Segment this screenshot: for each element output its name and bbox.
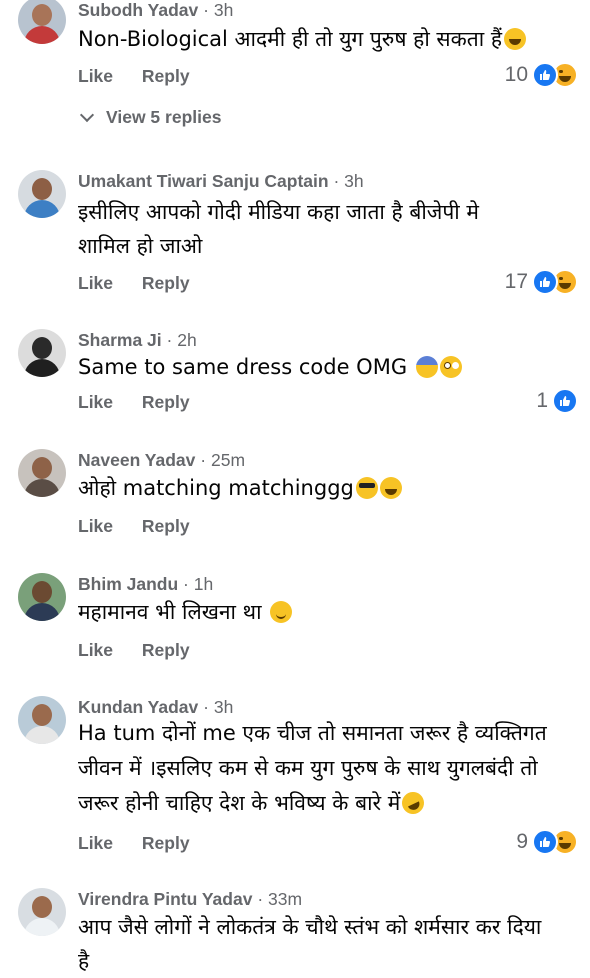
commenter-name[interactable]: Umakant Tiwari Sanju Captain <box>78 171 329 191</box>
rofl-face-icon <box>398 788 428 818</box>
like-icon <box>532 829 558 855</box>
separator: · <box>333 171 340 191</box>
commenter-name[interactable]: Naveen Yadav <box>78 450 195 470</box>
reactions-summary[interactable]: 9 <box>516 829 578 855</box>
comment-body: Same to same dress code OMG <box>78 355 408 379</box>
commenter-name[interactable]: Bhim Jandu <box>78 574 178 594</box>
like-button[interactable]: Like <box>78 66 113 86</box>
timestamp[interactable]: 3h <box>214 0 233 20</box>
reaction-count: 1 <box>536 389 548 412</box>
reaction-count: 9 <box>516 830 528 853</box>
avatar[interactable] <box>18 329 66 377</box>
commenter-name[interactable]: Subodh Yadav <box>78 0 198 20</box>
like-button[interactable]: Like <box>78 392 113 412</box>
like-icon <box>532 269 558 295</box>
timestamp[interactable]: 3h <box>214 697 233 717</box>
comment-body: महामानव भी लिखना था <box>78 600 262 624</box>
separator: · <box>200 450 207 470</box>
timestamp[interactable]: 3h <box>344 171 363 191</box>
comment-body: Non-Biological आदमी ही तो युग पुरुष हो स… <box>78 27 502 51</box>
comment-text: महामानव भी लिखना था <box>78 595 578 629</box>
like-button[interactable]: Like <box>78 516 113 536</box>
joy-face-icon <box>379 477 402 499</box>
chevron-down-icon <box>79 107 95 123</box>
timestamp[interactable]: 25m <box>211 450 245 470</box>
comment-text: आप जैसे लोगों ने लोकतंत्र के चौथे स्तंभ … <box>78 910 548 978</box>
comment-text: इसीलिए आपको गोदी मीडिया कहा जाता है बीजे… <box>78 195 528 263</box>
comment-body: इसीलिए आपको गोदी मीडिया कहा जाता है बीजे… <box>78 200 479 258</box>
reactions-summary[interactable]: 1 <box>536 388 578 414</box>
commenter-name[interactable]: Kundan Yadav <box>78 697 198 717</box>
separator: · <box>166 330 173 350</box>
like-button[interactable]: Like <box>78 273 113 293</box>
commenter-name[interactable]: Sharma Ji <box>78 330 162 350</box>
reply-button[interactable]: Reply <box>142 392 190 412</box>
comment-text: ओहो matching matchinggg <box>78 471 578 505</box>
view-replies-label: View 5 replies <box>106 107 222 127</box>
smiling-face-icon <box>270 601 293 623</box>
grin-face-icon <box>504 28 526 50</box>
flushed-face-icon <box>439 356 462 378</box>
reply-button[interactable]: Reply <box>142 66 190 86</box>
sunglasses-face-icon <box>355 477 378 499</box>
view-replies-button[interactable]: View 5 replies <box>78 107 221 128</box>
avatar[interactable] <box>18 573 66 621</box>
reply-button[interactable]: Reply <box>142 516 190 536</box>
timestamp[interactable]: 1h <box>194 574 213 594</box>
separator: · <box>203 697 209 717</box>
comment-body: Ha tum दोनों me एक चीज तो समानता जरूर है… <box>78 721 547 815</box>
timestamp[interactable]: 2h <box>177 330 196 350</box>
like-button[interactable]: Like <box>78 833 113 853</box>
reaction-count: 17 <box>504 270 528 293</box>
avatar[interactable] <box>18 170 66 218</box>
separator: · <box>257 889 264 909</box>
fearful-face-icon <box>415 356 438 378</box>
like-icon <box>552 388 578 414</box>
separator: · <box>203 0 209 20</box>
separator: · <box>183 574 189 594</box>
reply-button[interactable]: Reply <box>142 833 190 853</box>
like-button[interactable]: Like <box>78 640 113 660</box>
reply-button[interactable]: Reply <box>142 640 190 660</box>
avatar[interactable] <box>18 696 66 744</box>
reaction-count: 10 <box>504 63 528 86</box>
comment-text: Ha tum दोनों me एक चीज तो समानता जरूर है… <box>78 716 573 821</box>
reply-button[interactable]: Reply <box>142 273 190 293</box>
avatar[interactable] <box>18 888 66 936</box>
comment-body: आप जैसे लोगों ने लोकतंत्र के चौथे स्तंभ … <box>78 915 542 973</box>
avatar[interactable] <box>18 0 66 44</box>
avatar[interactable] <box>18 449 66 497</box>
like-icon <box>532 62 558 88</box>
comment-text: Same to same dress code OMG <box>78 350 578 384</box>
comment-text: Non-Biological आदमी ही तो युग पुरुष हो स… <box>78 22 578 56</box>
reactions-summary[interactable]: 10 <box>505 62 578 88</box>
commenter-name[interactable]: Virendra Pintu Yadav <box>78 889 252 909</box>
timestamp[interactable]: 33m <box>268 889 302 909</box>
reactions-summary[interactable]: 17 <box>505 269 578 295</box>
comment-body: ओहो matching matchinggg <box>78 476 354 500</box>
